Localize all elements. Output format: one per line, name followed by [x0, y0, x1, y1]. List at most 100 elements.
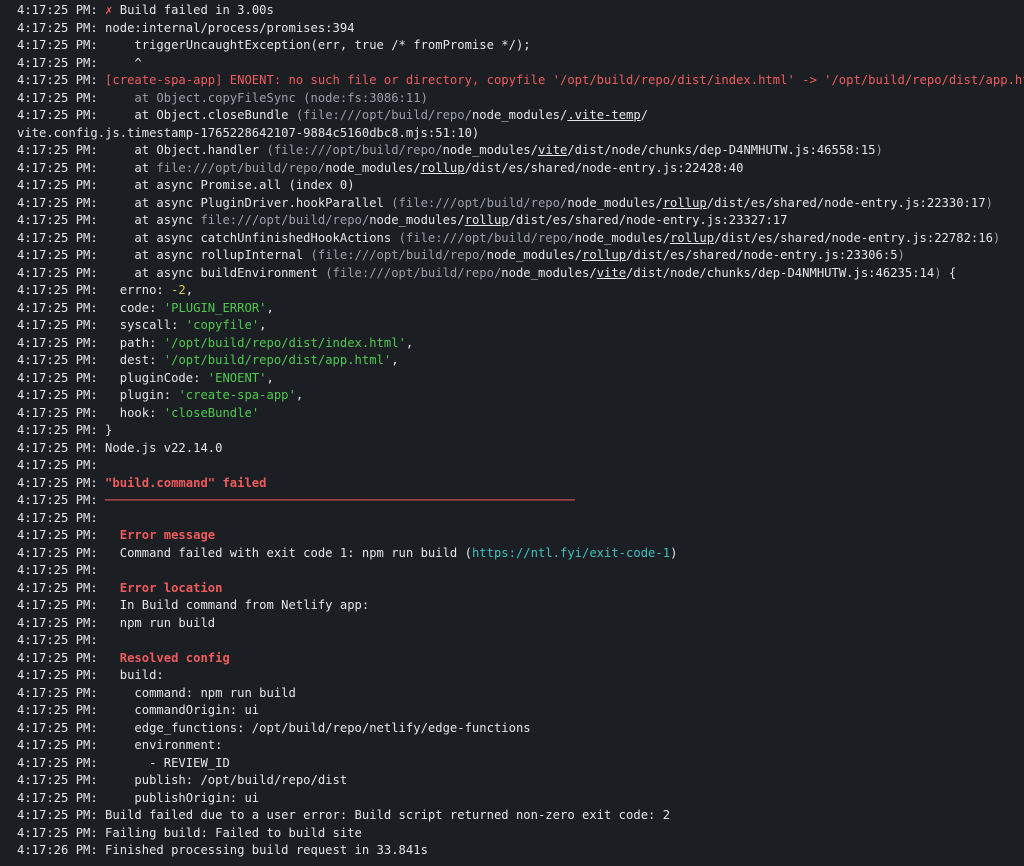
log-timestamp: 4:17:25 PM: [17, 20, 98, 35]
log-text: Error message [119, 528, 216, 542]
log-line: 4:17:25 PM: ────────────────────────────… [17, 492, 1020, 510]
log-timestamp: 4:17:25 PM: [17, 458, 98, 472]
log-timestamp: 4:17:25 PM: [17, 475, 98, 490]
log-text: , [266, 370, 274, 385]
log-text: (file:///opt/build/repo/ [295, 108, 472, 122]
log-timestamp: 4:17:26 PM: [17, 843, 98, 857]
log-text: ────────────────────────────────────────… [97, 493, 575, 507]
log-text: , [405, 335, 414, 350]
log-line: 4:17:25 PM: plugin: 'create-spa-app', [17, 387, 1020, 405]
log-timestamp: 4:17:25 PM: [17, 283, 98, 297]
log-text: /dist/es/shared/node-entry.js:23327:17 [508, 213, 788, 227]
log-line: 4:17:25 PM: pluginCode: 'ENOENT', [17, 370, 1020, 388]
log-text: node_modules/ [442, 143, 538, 157]
log-line: 4:17:25 PM: at Object.closeBundle (file:… [17, 107, 1020, 125]
exit-code-link[interactable]: https://ntl.fyi/exit-code-1 [472, 546, 670, 560]
log-line: 4:17:25 PM: commandOrigin: ui [17, 702, 1020, 720]
log-text: ) [934, 265, 942, 280]
log-text: node_modules/ [574, 230, 671, 245]
log-text: , [185, 283, 194, 297]
log-text: /dist/es/shared/node-entry.js:22428:40 [464, 160, 744, 175]
log-text: Node.js v22.14.0 [97, 440, 223, 455]
log-text: - REVIEW_ID [97, 755, 230, 770]
log-timestamp: 4:17:25 PM: [17, 563, 98, 577]
log-text: /dist/es/shared/node-entry.js:22330:17 [706, 195, 986, 210]
log-text: edge_functions: /opt/build/repo/netlify/… [97, 720, 531, 735]
log-text: rollup [464, 213, 509, 227]
log-text: Finished processing build request in 33.… [97, 843, 428, 857]
log-line: 4:17:25 PM: [17, 632, 1020, 650]
log-line: 4:17:25 PM: build: [17, 667, 1020, 685]
log-timestamp: 4:17:25 PM: [17, 650, 98, 665]
log-text: node_modules/ [501, 265, 597, 280]
log-text: 'ENOENT' [207, 370, 267, 385]
log-text: "build.command" failed [97, 475, 267, 490]
log-text: (file:///opt/build/repo/ [325, 265, 502, 280]
log-timestamp: 4:17:25 PM: [17, 353, 98, 367]
log-line: 4:17:25 PM: Command failed with exit cod… [17, 545, 1020, 563]
log-timestamp: 4:17:25 PM: [17, 230, 98, 245]
log-timestamp: 4:17:25 PM: [17, 300, 98, 315]
log-text: ) [670, 545, 678, 560]
log-text: 'create-spa-app' [178, 388, 296, 402]
log-line: 4:17:26 PM: Finished processing build re… [17, 842, 1020, 860]
log-text: Error location [119, 580, 223, 595]
log-timestamp: 4:17:25 PM: [17, 528, 98, 542]
build-log: 4:17:25 PM: ✗ Build failed in 3.00s 4:17:… [0, 0, 1024, 860]
log-timestamp: 4:17:25 PM: [17, 580, 98, 595]
log-timestamp: 4:17:25 PM: [17, 370, 98, 385]
log-text: at Object.closeBundle [97, 108, 296, 122]
log-text: Failing build: Failed to build site [97, 825, 362, 840]
log-text: npm run build [97, 615, 216, 630]
log-timestamp: 4:17:25 PM: [17, 493, 98, 507]
log-text: rollup [582, 248, 627, 262]
log-line: 4:17:25 PM: Error location [17, 580, 1020, 598]
log-text: hook: [97, 405, 164, 420]
log-text: command: npm run build [97, 685, 296, 700]
log-text: Command failed with exit code 1: npm run… [97, 545, 472, 560]
log-text: 'PLUGIN_ERROR' [163, 300, 267, 315]
log-timestamp: 4:17:25 PM: [17, 265, 98, 280]
log-line: 4:17:25 PM: Resolved config [17, 650, 1020, 668]
log-timestamp: 4:17:25 PM: [17, 213, 98, 227]
log-text: } [97, 423, 113, 437]
log-timestamp: 4:17:25 PM: [17, 703, 98, 717]
log-text: /dist/es/shared/node-entry.js:23306:5 [626, 248, 898, 262]
log-timestamp: 4:17:25 PM: [17, 160, 98, 175]
log-line: 4:17:25 PM: "build.command" failed [17, 475, 1020, 493]
log-timestamp: 4:17:25 PM: [17, 808, 98, 822]
log-timestamp: 4:17:25 PM: [17, 38, 98, 52]
log-line: 4:17:25 PM: at async catchUnfinishedHook… [17, 230, 1020, 248]
log-text: rollup [662, 195, 707, 210]
log-timestamp: 4:17:25 PM: [17, 668, 98, 682]
log-text: ) [985, 195, 993, 210]
log-line: 4:17:25 PM: [17, 457, 1020, 475]
log-timestamp: 4:17:25 PM: [17, 755, 98, 770]
log-text: ) [897, 248, 905, 262]
log-text: node:internal/process/promises:394 [97, 20, 355, 35]
log-text: , [391, 353, 399, 367]
log-text: (file:///opt/build/repo/ [310, 248, 487, 262]
log-line: 4:17:25 PM: at file:///opt/build/repo/no… [17, 160, 1020, 178]
log-text: '/opt/build/repo/dist/index.html' [163, 335, 406, 350]
log-line: 4:17:25 PM: In Build command from Netlif… [17, 597, 1020, 615]
log-text: syscall: [97, 318, 186, 332]
log-text: node_modules/ [471, 108, 568, 122]
log-text: / [640, 108, 649, 122]
log-text: Build failed in 3.00s [112, 3, 274, 17]
log-text: /dist/es/shared/node-entry.js:22782:16 [714, 230, 993, 245]
log-line: 4:17:25 PM: at Object.handler (file:///o… [17, 142, 1020, 160]
log-text: at async PluginDriver.hookParallel [97, 195, 392, 210]
log-timestamp: 4:17:25 PM: [17, 90, 98, 105]
log-line: 4:17:25 PM: Build failed due to a user e… [17, 807, 1020, 825]
log-timestamp: 4:17:25 PM: [17, 510, 98, 525]
log-text: plugin: [97, 388, 179, 402]
log-text: pluginCode: [97, 370, 208, 385]
log-timestamp: 4:17:25 PM: [17, 405, 98, 420]
log-text: publishOrigin: ui [97, 790, 260, 805]
log-text: (file:///opt/build/repo/ [266, 143, 443, 157]
log-timestamp: 4:17:25 PM: [17, 790, 98, 805]
log-text: -2 [171, 283, 186, 297]
log-text: file:///opt/build/repo/ [200, 213, 370, 227]
